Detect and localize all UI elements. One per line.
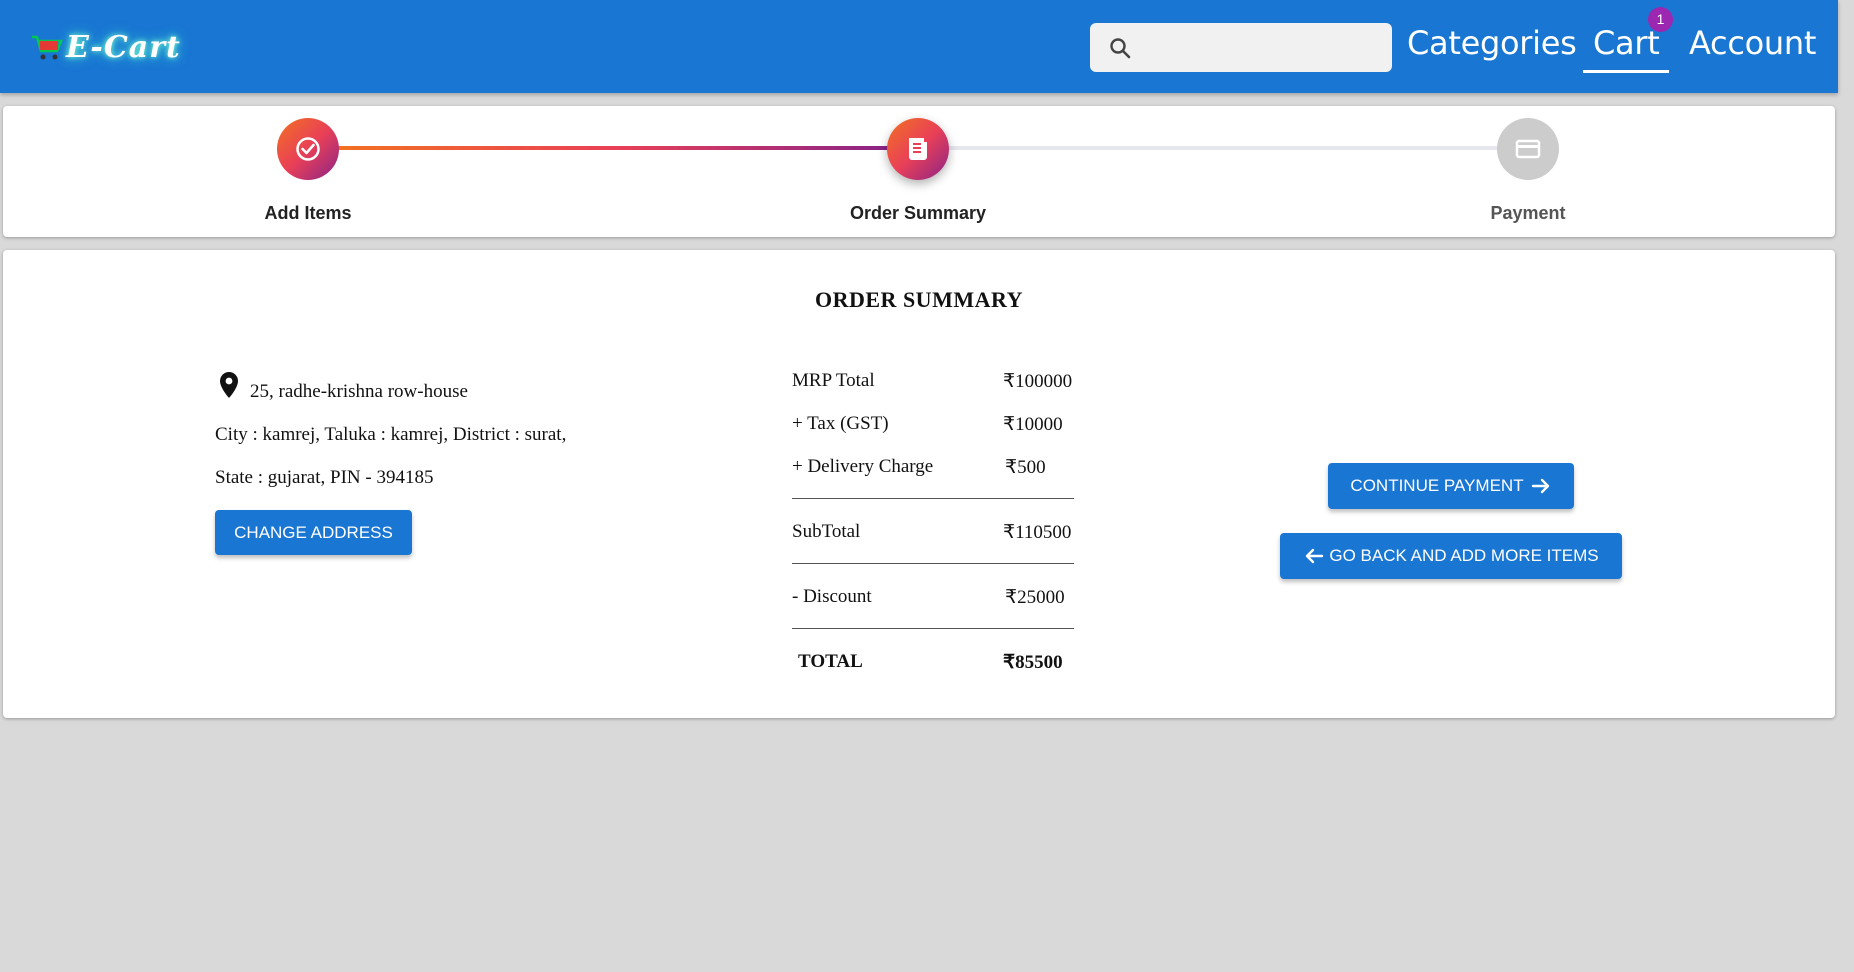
step-payment	[1497, 118, 1559, 180]
change-address-button[interactable]: CHANGE ADDRESS	[215, 510, 412, 555]
subtotal-label: SubTotal	[792, 521, 861, 542]
search-box[interactable]	[1090, 23, 1392, 72]
tax-value: ₹10000	[1003, 414, 1063, 435]
mrp-total-value: ₹100000	[1003, 371, 1073, 392]
nav-categories[interactable]: Categories	[1407, 24, 1577, 62]
receipt-icon	[909, 138, 927, 160]
price-divider	[792, 563, 1074, 564]
address-line-2: City : kamrej, Taluka : kamrej, District…	[215, 424, 567, 445]
price-divider	[792, 498, 1074, 499]
mrp-total-label: MRP Total	[792, 370, 875, 391]
discount-label: - Discount	[792, 586, 872, 607]
location-pin-icon	[220, 372, 238, 398]
address-line-1: 25, radhe-krishna row-house	[250, 381, 468, 402]
price-divider	[792, 628, 1074, 629]
address-line-3: State : gujarat, PIN - 394185	[215, 467, 434, 488]
delivery-charge-label: + Delivery Charge	[792, 456, 934, 477]
arrow-left-icon	[1306, 548, 1324, 564]
stepper-connector-completed	[338, 146, 890, 150]
nav-account[interactable]: Account	[1689, 24, 1816, 62]
step-label-order-summary: Order Summary	[849, 203, 987, 223]
change-address-label: CHANGE ADDRESS	[234, 522, 393, 542]
arrow-right-icon	[1531, 478, 1549, 494]
go-back-label: GO BACK AND ADD MORE ITEMS	[1329, 546, 1599, 565]
step-add-items	[277, 118, 339, 180]
logo-text: E-Cart	[66, 30, 181, 65]
step-order-summary	[887, 118, 949, 180]
check-circle-icon	[296, 137, 320, 161]
total-label: TOTAL	[798, 651, 863, 672]
search-input[interactable]	[1146, 33, 1376, 63]
tax-label: + Tax (GST)	[792, 413, 889, 434]
step-label-add-items: Add Items	[264, 203, 352, 223]
stepper-connector-pending	[948, 146, 1500, 150]
continue-payment-button[interactable]: CONTINUE PAYMENT	[1328, 463, 1574, 509]
page-title: ORDER SUMMARY	[815, 287, 1023, 312]
discount-value: ₹25000	[1005, 587, 1065, 608]
continue-payment-label: CONTINUE PAYMENT	[1350, 476, 1524, 495]
cart-count-badge: 1	[1648, 7, 1673, 32]
step-label-payment: Payment	[1490, 203, 1566, 223]
search-icon	[1110, 38, 1131, 59]
subtotal-value: ₹110500	[1003, 522, 1072, 543]
go-back-button[interactable]: GO BACK AND ADD MORE ITEMS	[1280, 533, 1622, 579]
credit-card-icon	[1515, 139, 1541, 159]
total-value: ₹85500	[1003, 652, 1063, 673]
app-bar: E-Cart Categories Cart 1 Account	[0, 0, 1838, 93]
logo[interactable]: E-Cart	[30, 30, 181, 65]
shopping-cart-icon	[32, 35, 63, 59]
delivery-charge-value: ₹500	[1005, 457, 1046, 478]
